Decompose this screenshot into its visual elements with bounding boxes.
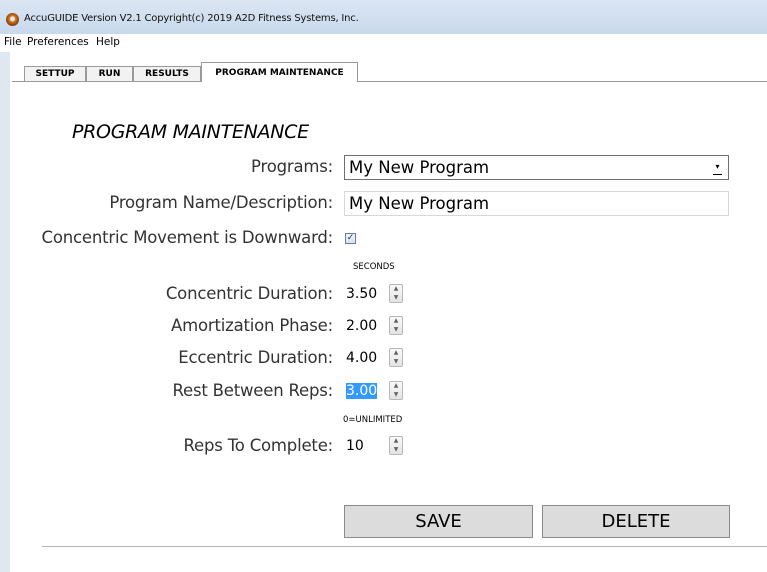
section-title: PROGRAM MAINTENANCE [72, 121, 309, 143]
spin-down-icon[interactable]: ▼ [390, 326, 402, 334]
amortization-phase-label: Amortization Phase: [171, 316, 333, 335]
programs-selected-value: My New Program [349, 158, 490, 177]
delete-button[interactable]: DELETE [542, 505, 730, 538]
save-button[interactable]: SAVE [344, 505, 533, 538]
rest-between-reps-value: 3.00 [346, 383, 378, 399]
amortization-phase-input[interactable]: 2.00 [344, 315, 386, 337]
tab-results[interactable]: RESULTS [133, 66, 201, 81]
concentric-duration-label: Concentric Duration: [165, 284, 333, 303]
menu-file[interactable]: File [4, 36, 22, 48]
spin-up-icon[interactable]: ▲ [390, 285, 402, 293]
concentric-duration-spinner[interactable]: ▲ ▼ [389, 284, 403, 303]
spin-up-icon[interactable]: ▲ [390, 349, 402, 357]
menu-bar: File Preferences Help [0, 34, 767, 52]
tab-settup[interactable]: SETTUP [24, 66, 86, 81]
eccentric-duration-spinner[interactable]: ▲ ▼ [389, 348, 403, 367]
spin-up-icon[interactable]: ▲ [390, 382, 402, 390]
checkmark-icon: ✓ [346, 233, 355, 243]
eccentric-duration-label: Eccentric Duration: [178, 348, 333, 367]
concentric-duration-input[interactable]: 3.50 [344, 283, 386, 305]
tab-strip-border [12, 81, 767, 82]
program-name-input[interactable]: My New Program [344, 191, 729, 216]
program-name-label: Program Name/Description: [109, 193, 333, 212]
rest-between-reps-label: Rest Between Reps: [172, 381, 333, 400]
concentric-downward-label: Concentric Movement is Downward: [41, 228, 334, 247]
program-name-value: My New Program [349, 194, 490, 213]
window-left-edge [0, 52, 10, 572]
reps-to-complete-input[interactable]: 10 [344, 435, 386, 457]
seconds-caption: SECONDS [353, 262, 395, 272]
tab-program-maintenance[interactable]: PROGRAM MAINTENANCE [201, 62, 358, 82]
chevron-down-icon[interactable]: ▾ [713, 162, 722, 175]
spin-up-icon[interactable]: ▲ [390, 317, 402, 325]
unlimited-caption: 0=UNLIMITED [343, 415, 403, 425]
tab-run[interactable]: RUN [86, 66, 133, 81]
programs-label: Programs: [251, 157, 333, 176]
menu-help[interactable]: Help [96, 36, 120, 48]
window-title: AccuGUIDE Version V2.1 Copyright(c) 2019… [24, 13, 359, 24]
spin-up-icon[interactable]: ▲ [390, 437, 402, 445]
title-bar: AccuGUIDE Version V2.1 Copyright(c) 2019… [0, 0, 767, 34]
amortization-phase-spinner[interactable]: ▲ ▼ [389, 316, 403, 335]
programs-dropdown[interactable]: My New Program ▾ [344, 155, 729, 180]
concentric-downward-checkbox[interactable]: ✓ [345, 233, 356, 244]
rest-between-reps-spinner[interactable]: ▲ ▼ [389, 381, 403, 400]
rest-between-reps-input[interactable]: 3.00 [344, 380, 386, 402]
reps-to-complete-spinner[interactable]: ▲ ▼ [389, 436, 403, 455]
spin-down-icon[interactable]: ▼ [390, 358, 402, 366]
spin-down-icon[interactable]: ▼ [390, 294, 402, 302]
reps-to-complete-label: Reps To Complete: [183, 436, 334, 455]
spin-down-icon[interactable]: ▼ [390, 446, 402, 454]
spin-down-icon[interactable]: ▼ [390, 391, 402, 399]
menu-preferences[interactable]: Preferences [27, 36, 89, 48]
app-icon [6, 13, 19, 26]
eccentric-duration-input[interactable]: 4.00 [344, 347, 386, 369]
bottom-divider [42, 546, 767, 547]
